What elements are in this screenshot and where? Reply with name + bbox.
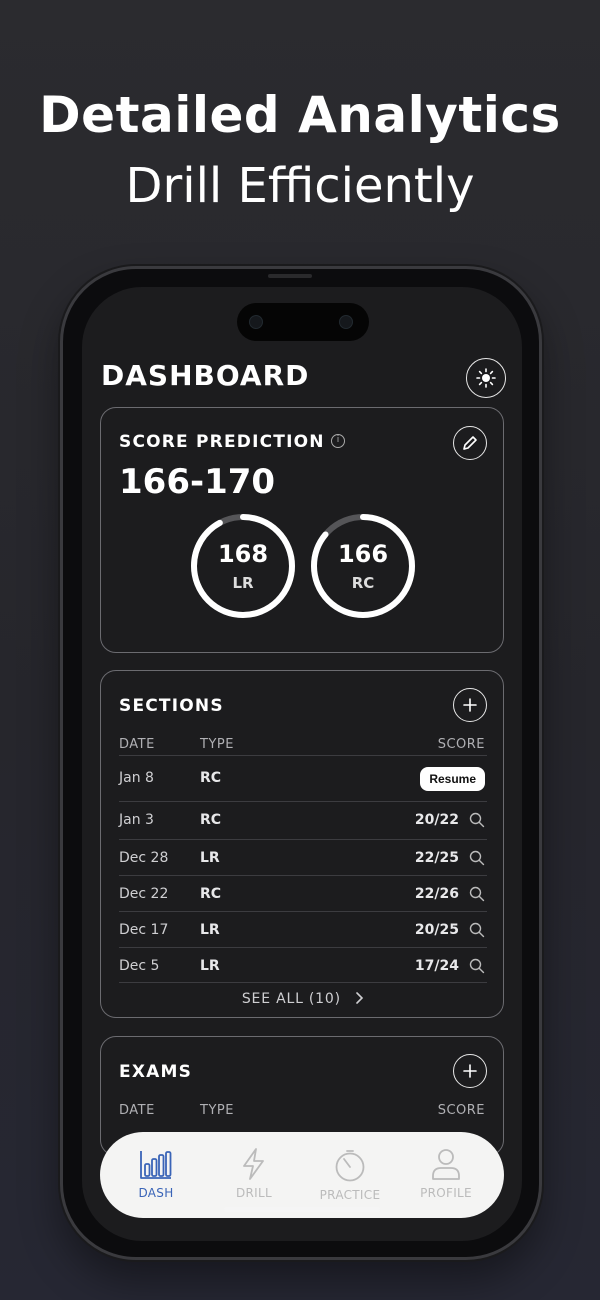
tab-practice-label: PRACTICE	[319, 1188, 381, 1202]
add-section-button[interactable]	[453, 688, 487, 722]
speaker-grille	[268, 274, 312, 278]
row-date: Dec 5	[119, 958, 160, 974]
see-all-link[interactable]: SEE ALL (10)	[101, 991, 505, 1007]
edit-prediction-button[interactable]	[453, 426, 487, 460]
row-score: 22/26	[414, 886, 459, 902]
headline-subtitle: Drill Efficiently	[125, 158, 475, 214]
lr-score-ring: 168 LR	[189, 512, 297, 620]
row-date: Dec 17	[119, 922, 169, 938]
row-date: Dec 28	[119, 850, 169, 866]
search-icon[interactable]	[469, 850, 485, 866]
column-header-score: SCORE	[437, 737, 485, 752]
table-row[interactable]: Jan 3 RC 20/22	[119, 801, 487, 839]
bar-chart-icon	[140, 1151, 172, 1179]
row-date: Dec 22	[119, 886, 169, 902]
lr-score-value: 168	[217, 540, 269, 568]
see-all-label: SEE ALL (10)	[241, 991, 341, 1007]
tab-practice[interactable]: PRACTICE	[302, 1132, 398, 1218]
lightning-icon	[243, 1148, 264, 1180]
chevron-right-icon	[356, 992, 364, 1004]
search-icon[interactable]	[469, 958, 485, 974]
sections-card: SECTIONS DATE TYPE SCORE Jan 8 RC Resume…	[100, 670, 504, 1018]
column-header-type: TYPE	[200, 737, 234, 752]
rc-score-value: 166	[337, 540, 389, 568]
sections-label: SECTIONS	[119, 696, 224, 716]
row-type: LR	[200, 850, 220, 866]
app-screen: DASHBOARD SCORE PREDICTION i 166-170 168…	[82, 287, 522, 1241]
score-prediction-card: SCORE PREDICTION i 166-170 168 LR 166 RC	[100, 407, 504, 653]
info-icon[interactable]: i	[331, 434, 345, 448]
resume-button[interactable]: Resume	[420, 767, 485, 791]
table-row[interactable]: Dec 28 LR 22/25	[119, 839, 487, 875]
tab-drill-label: DRILL	[236, 1186, 272, 1200]
column-header-score: SCORE	[437, 1103, 485, 1118]
headline-title: Detailed Analytics	[39, 86, 561, 144]
row-date: Jan 8	[119, 770, 154, 786]
search-icon[interactable]	[469, 886, 485, 902]
add-exam-button[interactable]	[453, 1054, 487, 1088]
dynamic-island	[237, 303, 369, 341]
plus-icon	[463, 1064, 477, 1078]
rc-score-ring: 166 RC	[309, 512, 417, 620]
row-score: 20/22	[414, 812, 459, 828]
table-row[interactable]: Jan 8 RC Resume	[119, 755, 487, 801]
row-score: 22/25	[414, 850, 459, 866]
search-icon[interactable]	[469, 922, 485, 938]
home-indicator	[224, 1207, 380, 1212]
row-score: 20/25	[414, 922, 459, 938]
score-prediction-label: SCORE PREDICTION	[119, 432, 325, 452]
tab-dash[interactable]: DASH	[108, 1132, 204, 1218]
tab-drill[interactable]: DRILL	[206, 1132, 302, 1218]
row-type: LR	[200, 922, 220, 938]
pencil-icon	[463, 436, 477, 450]
plus-icon	[463, 698, 477, 712]
sensor-lens	[339, 315, 353, 329]
table-row[interactable]: Dec 17 LR 20/25	[119, 911, 487, 947]
tab-dash-label: DASH	[138, 1186, 174, 1200]
tab-profile[interactable]: PROFILE	[398, 1132, 494, 1218]
search-icon[interactable]	[469, 812, 485, 828]
row-type: LR	[200, 958, 220, 974]
score-range: 166-170	[119, 462, 276, 502]
row-score: 17/24	[414, 958, 459, 974]
table-row[interactable]: Dec 5 LR 17/24	[119, 947, 487, 983]
row-type: RC	[200, 812, 222, 828]
sun-icon	[476, 368, 496, 388]
phone-frame: DASHBOARD SCORE PREDICTION i 166-170 168…	[60, 266, 542, 1260]
column-header-type: TYPE	[200, 1103, 234, 1118]
theme-toggle-button[interactable]	[466, 358, 506, 398]
page-title: DASHBOARD	[101, 359, 310, 392]
camera-lens	[249, 315, 263, 329]
column-header-date: DATE	[119, 1103, 155, 1118]
rc-score-label: RC	[351, 574, 375, 592]
exams-label: EXAMS	[119, 1062, 193, 1082]
row-type: RC	[200, 886, 222, 902]
timer-icon	[335, 1150, 365, 1182]
row-date: Jan 3	[119, 812, 154, 828]
tab-profile-label: PROFILE	[420, 1186, 472, 1200]
table-row[interactable]: Dec 22 RC 22/26	[119, 875, 487, 911]
info-glyph: i	[336, 435, 340, 445]
lr-score-label: LR	[232, 574, 254, 592]
column-header-date: DATE	[119, 737, 155, 752]
row-type: RC	[200, 770, 222, 786]
person-icon	[432, 1149, 460, 1180]
tab-bar: DASH DRILL PRACTICE PROFILE	[100, 1132, 504, 1218]
